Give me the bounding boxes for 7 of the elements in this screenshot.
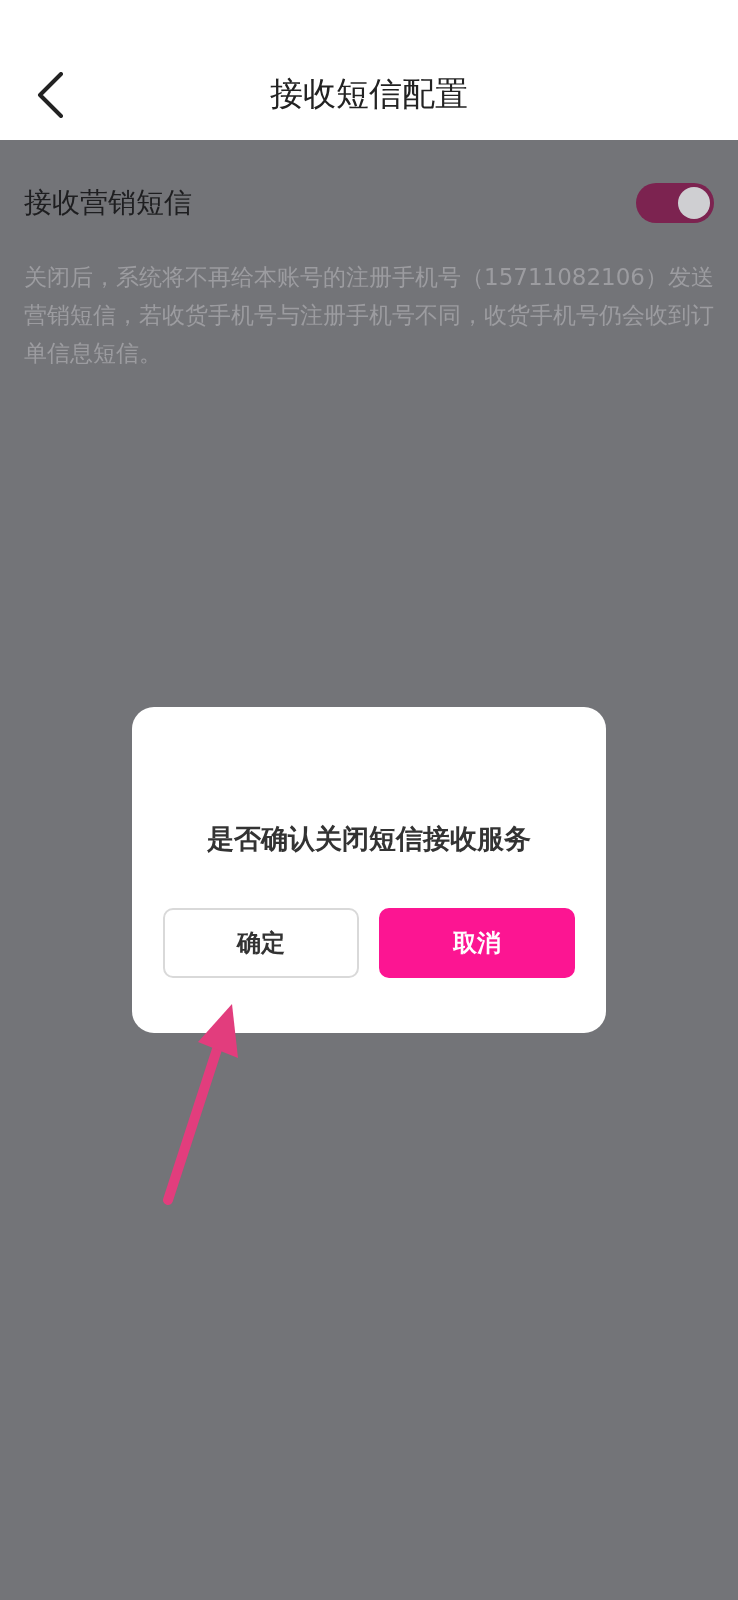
page-title: 接收短信配置: [270, 72, 468, 115]
dialog-button[interactable]: 取消: [379, 907, 575, 978]
dialog-message: 是否确认关闭短信接收服务: [207, 822, 531, 856]
toggle-switch[interactable]: [636, 183, 714, 223]
setting-label: 接收营销短信: [24, 185, 192, 221]
dialog-button[interactable]: 确定: [163, 907, 359, 978]
back-icon: [36, 72, 64, 118]
